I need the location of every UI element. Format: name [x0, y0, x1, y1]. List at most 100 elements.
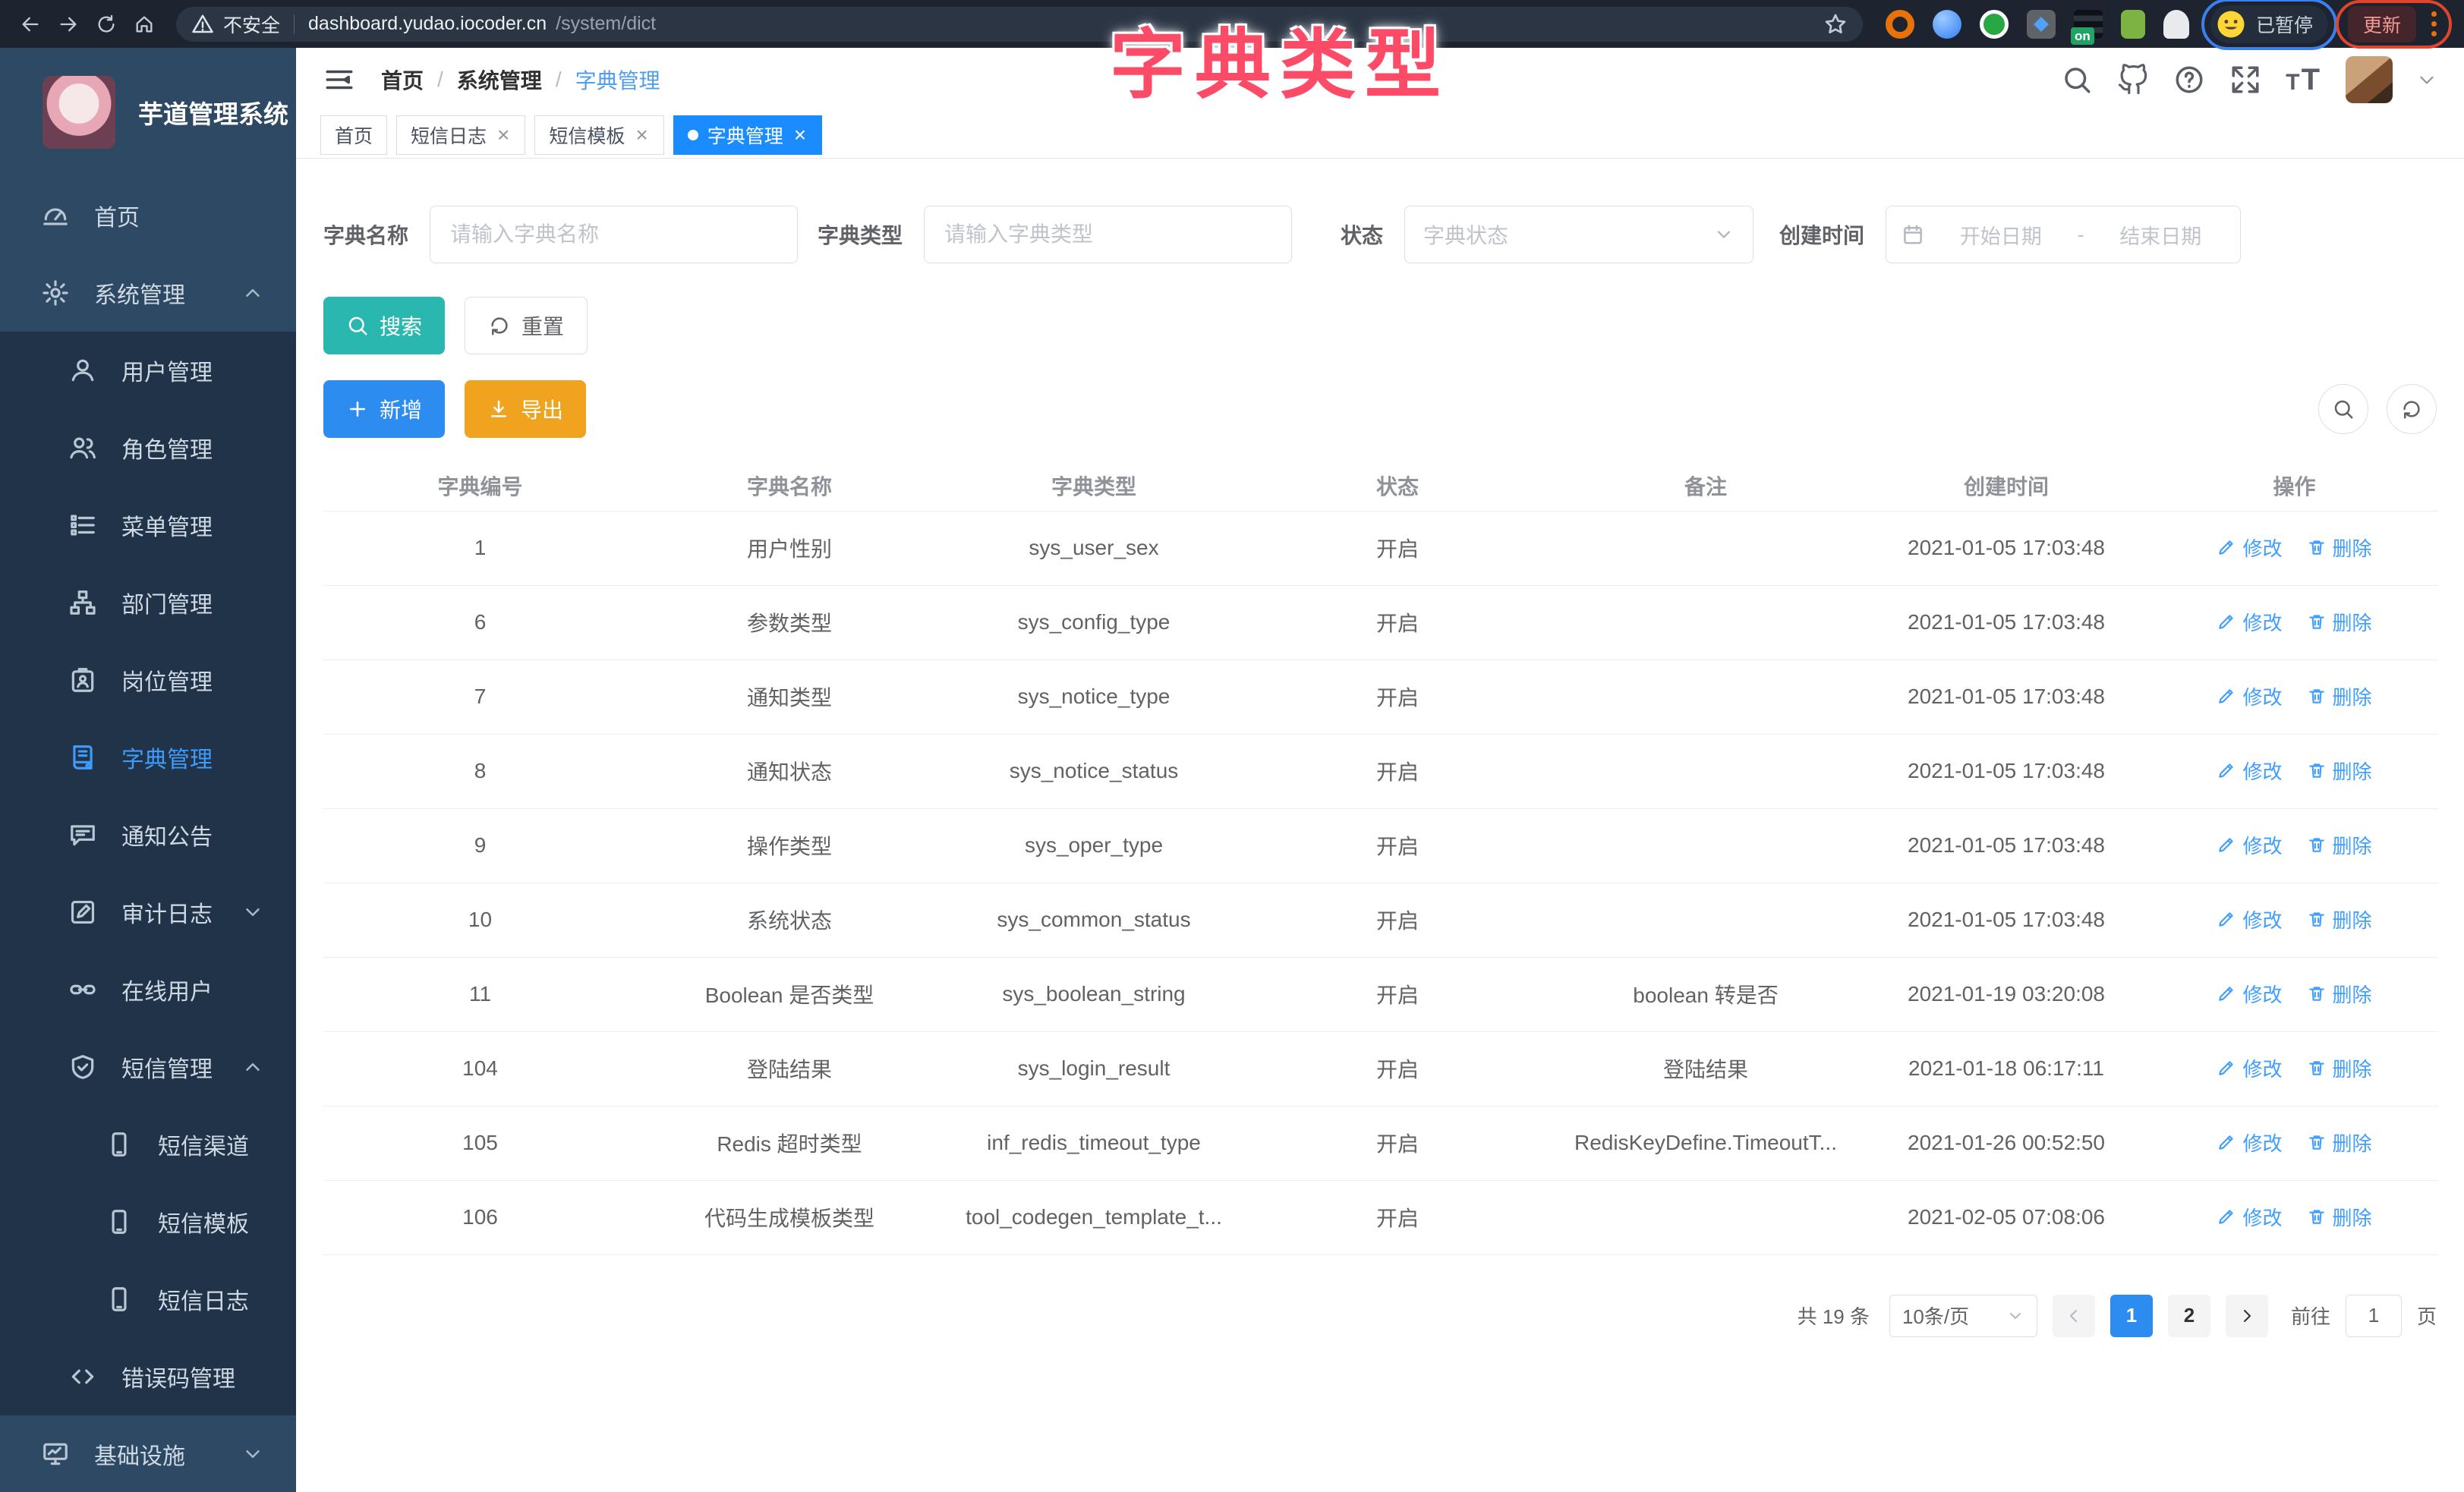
page-button-1[interactable]: 1	[2110, 1295, 2153, 1337]
dict-type-link[interactable]: tool_codegen_template_t...	[942, 1180, 1246, 1254]
dict-type-link[interactable]: sys_user_sex	[942, 511, 1246, 585]
create-time-range-picker[interactable]: 开始日期 - 结束日期	[1886, 206, 2241, 263]
delete-link[interactable]: 删除	[2307, 757, 2372, 785]
dict-type-input[interactable]	[924, 206, 1292, 263]
page-button-2[interactable]: 2	[2168, 1295, 2210, 1337]
sidebar-item-departments[interactable]: 部门管理	[0, 564, 296, 641]
close-icon[interactable]: ×	[496, 124, 511, 146]
prev-page-button[interactable]	[2053, 1295, 2095, 1337]
edit-link[interactable]: 修改	[2217, 757, 2282, 785]
address-bar[interactable]: 不安全 dashboard.yudao.iocoder.cn/system/di…	[176, 7, 1863, 42]
add-button[interactable]: 新增	[323, 380, 445, 438]
edit-link[interactable]: 修改	[2217, 1054, 2282, 1082]
browser-menu-icon[interactable]	[2428, 8, 2440, 39]
dict-name-input[interactable]	[430, 206, 798, 263]
sidebar-item-label: 短信模板	[158, 1205, 249, 1239]
sidebar-item-error-codes[interactable]: 错误码管理	[0, 1338, 296, 1415]
extension-icon-green-circle[interactable]	[1980, 10, 2009, 39]
sidebar-item-roles[interactable]: 角色管理	[0, 409, 296, 486]
delete-link[interactable]: 删除	[2307, 1054, 2372, 1082]
delete-link[interactable]: 删除	[2307, 682, 2372, 710]
delete-link[interactable]: 删除	[2307, 980, 2372, 1008]
extension-icon-gem-grid[interactable]	[2027, 10, 2056, 39]
back-icon[interactable]	[15, 9, 46, 39]
dict-type-link[interactable]: sys_notice_type	[942, 659, 1246, 734]
sidebar-item-posts[interactable]: 岗位管理	[0, 641, 296, 719]
export-button[interactable]: 导出	[465, 380, 586, 438]
extension-icon-switchy[interactable]: on	[2074, 10, 2103, 39]
sidebar-item-home[interactable]: 首页	[0, 177, 296, 254]
tab-home[interactable]: 首页	[320, 115, 387, 155]
dict-type-link[interactable]: inf_redis_timeout_type	[942, 1106, 1246, 1180]
dict-type-link[interactable]: sys_oper_type	[942, 808, 1246, 883]
tab-dict-active[interactable]: 字典管理 ×	[673, 115, 822, 155]
goto-page-input[interactable]	[2346, 1295, 2402, 1337]
sidebar-item-notices[interactable]: 通知公告	[0, 796, 296, 873]
delete-link[interactable]: 删除	[2307, 1128, 2372, 1157]
tab-sms-log[interactable]: 短信日志 ×	[396, 115, 525, 155]
reset-button[interactable]: 重置	[465, 297, 588, 354]
delete-link[interactable]: 删除	[2307, 534, 2372, 562]
dict-type-link[interactable]: sys_common_status	[942, 883, 1246, 957]
help-icon[interactable]	[2173, 64, 2205, 96]
breadcrumb-system[interactable]: 系统管理	[457, 65, 542, 95]
extension-icon-sprout[interactable]	[2121, 10, 2145, 39]
sidebar-item-infrastructure[interactable]: 基础设施	[0, 1415, 296, 1492]
edit-link[interactable]: 修改	[2217, 682, 2282, 710]
sidebar-item-sms[interactable]: 短信管理	[0, 1028, 296, 1106]
dict-type-link[interactable]: sys_notice_status	[942, 734, 1246, 808]
bookmark-star-icon[interactable]	[1823, 12, 1848, 36]
edit-link[interactable]: 修改	[2217, 608, 2282, 636]
show-search-button[interactable]	[2318, 384, 2368, 434]
cell-status: 开启	[1246, 883, 1549, 957]
hamburger-icon[interactable]	[323, 64, 355, 96]
font-size-icon[interactable]: TT	[2286, 63, 2321, 97]
sidebar-item-menus[interactable]: 菜单管理	[0, 486, 296, 564]
sidebar-item-sms-template[interactable]: 短信模板	[0, 1183, 296, 1261]
sidebar-item-users[interactable]: 用户管理	[0, 332, 296, 409]
extension-icon-orange-ring[interactable]	[1886, 10, 1914, 39]
delete-link[interactable]: 删除	[2307, 1203, 2372, 1231]
security-warning-icon[interactable]	[191, 13, 214, 36]
status-select[interactable]: 字典状态	[1404, 206, 1753, 263]
fullscreen-icon[interactable]	[2229, 64, 2261, 96]
reload-icon[interactable]	[91, 9, 121, 39]
edit-link[interactable]: 修改	[2217, 1203, 2282, 1231]
chevron-down-icon	[241, 901, 264, 924]
edit-link[interactable]: 修改	[2217, 831, 2282, 859]
delete-link[interactable]: 删除	[2307, 608, 2372, 636]
dict-type-link[interactable]: sys_login_result	[942, 1031, 1246, 1106]
edit-link[interactable]: 修改	[2217, 905, 2282, 933]
user-avatar[interactable]	[2346, 56, 2393, 103]
refresh-table-button[interactable]	[2387, 384, 2437, 434]
sidebar-item-dict[interactable]: 字典管理	[0, 719, 296, 796]
extension-icon-ghost[interactable]	[2163, 10, 2189, 39]
delete-link[interactable]: 删除	[2307, 831, 2372, 859]
sidebar-item-online-users[interactable]: 在线用户	[0, 951, 296, 1028]
forward-icon[interactable]	[53, 9, 83, 39]
tab-sms-template[interactable]: 短信模板 ×	[534, 115, 663, 155]
github-icon[interactable]	[2117, 64, 2149, 96]
dict-type-link[interactable]: sys_boolean_string	[942, 957, 1246, 1031]
search-button[interactable]: 搜索	[323, 297, 445, 354]
search-icon[interactable]	[2061, 64, 2093, 96]
sidebar-item-sms-channel[interactable]: 短信渠道	[0, 1106, 296, 1183]
breadcrumb-home[interactable]: 首页	[381, 65, 424, 95]
sidebar-item-sms-log[interactable]: 短信日志	[0, 1261, 296, 1338]
extension-icon-blue[interactable]	[1933, 10, 1961, 39]
edit-link[interactable]: 修改	[2217, 534, 2282, 562]
sidebar-item-audit-log[interactable]: 审计日志	[0, 873, 296, 951]
dict-type-link[interactable]: sys_config_type	[942, 585, 1246, 659]
chevron-down-icon[interactable]	[2417, 70, 2437, 90]
next-page-button[interactable]	[2226, 1295, 2268, 1337]
edit-link[interactable]: 修改	[2217, 980, 2282, 1008]
update-button[interactable]: 更新	[2348, 6, 2416, 42]
sync-paused-chip[interactable]: 已暂停	[2210, 5, 2328, 43]
close-icon[interactable]: ×	[792, 124, 808, 146]
close-icon[interactable]: ×	[634, 124, 649, 146]
sidebar-item-system[interactable]: 系统管理	[0, 254, 296, 332]
page-size-select[interactable]: 10条/页	[1889, 1295, 2037, 1337]
delete-link[interactable]: 删除	[2307, 905, 2372, 933]
home-icon[interactable]	[129, 9, 159, 39]
edit-link[interactable]: 修改	[2217, 1128, 2282, 1157]
